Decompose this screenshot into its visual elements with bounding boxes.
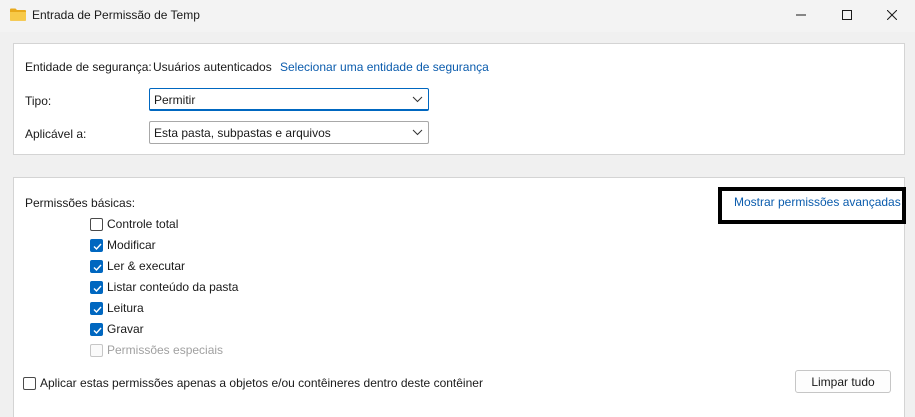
checkmark-icon — [93, 264, 102, 272]
chevron-down-icon — [412, 96, 423, 103]
permission-label: Gravar — [107, 322, 144, 336]
maximize-button[interactable] — [824, 0, 870, 30]
permission-label: Modificar — [107, 238, 156, 252]
permission-checkbox[interactable] — [90, 302, 103, 315]
chevron-down-icon — [412, 129, 423, 136]
clear-all-button[interactable]: Limpar tudo — [795, 370, 891, 393]
select-principal-link[interactable]: Selecionar uma entidade de segurança — [280, 60, 489, 74]
basic-permissions-heading: Permissões básicas: — [25, 196, 136, 210]
close-button[interactable] — [869, 0, 915, 30]
permission-checkbox[interactable] — [90, 218, 103, 231]
type-select-value: Permitir — [154, 93, 196, 107]
applies-to-select-value: Esta pasta, subpastas e arquivos — [154, 126, 331, 140]
applies-to-select[interactable]: Esta pasta, subpastas e arquivos — [149, 121, 429, 144]
applies-to-label: Aplicável a: — [25, 127, 87, 141]
folder-icon — [10, 8, 26, 21]
permission-checkbox[interactable] — [90, 323, 103, 336]
maximize-icon — [842, 10, 852, 20]
checkmark-icon — [93, 306, 102, 314]
minimize-icon — [796, 14, 806, 16]
apply-only-label: Aplicar estas permissões apenas a objeto… — [40, 376, 483, 390]
permission-checkbox[interactable] — [90, 239, 103, 252]
checkmark-icon — [93, 327, 102, 335]
checkmark-icon — [93, 243, 102, 251]
type-select[interactable]: Permitir — [149, 88, 429, 111]
checkmark-icon — [93, 285, 102, 293]
permission-label: Listar conteúdo da pasta — [107, 280, 239, 294]
minimize-button[interactable] — [778, 0, 824, 30]
permission-checkbox[interactable] — [90, 281, 103, 294]
apply-only-checkbox[interactable] — [23, 377, 36, 390]
permission-label: Permissões especiais — [107, 343, 224, 357]
permission-label: Ler & executar — [107, 259, 186, 273]
principal-panel: Entidade de segurança: Usuários autentic… — [13, 43, 905, 155]
permission-label: Leitura — [107, 301, 144, 315]
window-title: Entrada de Permissão de Temp — [32, 8, 200, 22]
principal-value: Usuários autenticados — [153, 60, 272, 74]
permission-label: Controle total — [107, 217, 179, 231]
principal-label: Entidade de segurança: — [25, 60, 152, 74]
permission-entry-window: Entrada de Permissão de Temp Entidade de… — [0, 0, 915, 417]
highlight-rectangle — [718, 187, 906, 224]
title-bar[interactable]: Entrada de Permissão de Temp — [0, 0, 915, 32]
close-icon — [887, 10, 897, 20]
permission-checkbox — [90, 344, 103, 357]
type-label: Tipo: — [25, 94, 52, 108]
permission-checkbox[interactable] — [90, 260, 103, 273]
